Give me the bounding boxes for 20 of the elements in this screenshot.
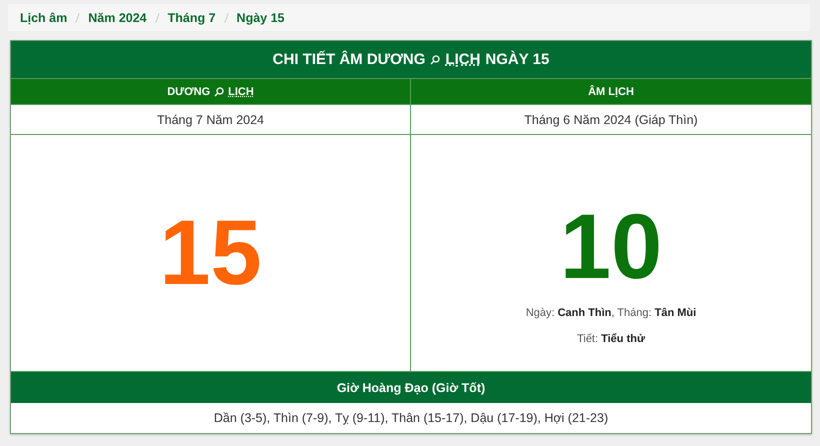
breadcrumb-link[interactable]: Lịch âm [20,10,68,24]
search-icon [430,54,440,64]
lunar-detail-text: Ngày: Canh Thìn, Tháng: Tân Mùi [526,307,696,319]
breadcrumb-link[interactable]: Năm 2024 [88,10,147,24]
good-hours-text: Dần (3-5), Thìn (7-9), Tỵ (9-11), Thân (15-17), Dậu (17-19), Hợi (21-23) [214,411,608,425]
header-text: ÂM LỊCH [588,86,634,98]
lunar-detail-text: Tiết: Tiểu thử [577,333,645,345]
header-link[interactable]: LỊCH [228,86,254,98]
title-link[interactable]: LỊCH [445,51,480,68]
title-text: CHI TIẾT ÂM DƯƠNG [272,51,426,68]
lunar-day-number: 10 [560,201,662,293]
solar-day-number: 15 [159,207,262,299]
header-text: Giờ Hoàng Đạo (Giờ Tốt) [336,380,486,394]
month-text: Tháng 7 Năm 2024 [156,112,264,126]
breadcrumb-link[interactable]: Tháng 7 [168,10,216,24]
search-icon [214,86,224,96]
title-text: NGÀY 15 [485,51,550,68]
breadcrumb-link[interactable]: Ngày 15 [236,10,284,24]
header-text: DƯƠNG [167,86,210,98]
month-text: Tháng 6 Năm 2024 (Giáp Thìn) [524,112,698,126]
